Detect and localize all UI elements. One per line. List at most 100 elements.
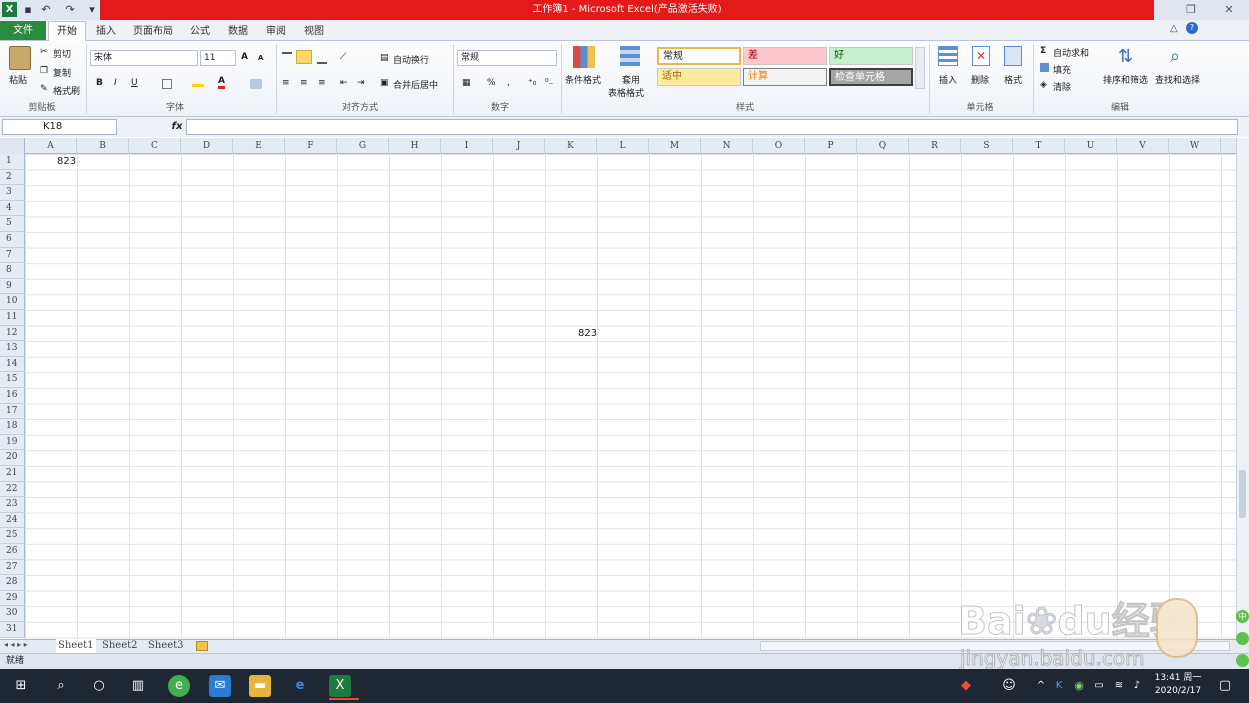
merge-center-button[interactable]: 合并后居中 <box>393 78 438 91</box>
number-format-combo[interactable]: 常规 <box>457 50 557 66</box>
copy-button[interactable]: 复制 <box>53 66 71 79</box>
column-header[interactable]: G <box>337 138 389 154</box>
help-icon[interactable]: ? <box>1186 22 1198 34</box>
bold-button[interactable]: B <box>96 78 103 88</box>
cell-k12[interactable]: 823 <box>578 328 597 339</box>
row-header[interactable]: 14 <box>0 356 25 373</box>
tray-battery-icon[interactable]: ▭ <box>1088 675 1110 697</box>
font-size-combo[interactable]: 11 <box>200 50 236 66</box>
row-header[interactable]: 16 <box>0 388 25 404</box>
row-header[interactable]: 21 <box>0 466 25 482</box>
insert-cells-button[interactable]: 插入 <box>939 73 957 86</box>
italic-button[interactable]: I <box>114 78 117 88</box>
align-middle-icon[interactable] <box>296 50 312 64</box>
file-explorer-icon[interactable]: ▬ <box>249 675 271 697</box>
edge-icon[interactable]: e <box>289 675 311 697</box>
excel-logo-icon[interactable]: X <box>2 2 17 17</box>
column-header[interactable]: T <box>1013 138 1065 154</box>
underline-button[interactable]: U <box>131 78 138 88</box>
tray-k-icon[interactable]: K <box>1048 675 1070 697</box>
decrease-indent-icon[interactable]: ⇤ <box>340 78 348 88</box>
column-header[interactable]: D <box>181 138 233 154</box>
increase-decimal-icon[interactable]: ⁺₀ <box>528 78 536 88</box>
style-normal[interactable]: 常规 <box>657 47 741 65</box>
row-header[interactable]: 17 <box>0 403 25 420</box>
format-as-table-icon[interactable] <box>620 46 640 66</box>
row-header[interactable]: 8 <box>0 263 25 279</box>
tab-view[interactable]: 视图 <box>298 22 330 41</box>
search-icon[interactable]: ⌕ <box>50 675 72 697</box>
row-header[interactable]: 20 <box>0 450 25 466</box>
cell-a1[interactable]: 823 <box>57 156 76 167</box>
paste-icon[interactable] <box>9 46 31 70</box>
merge-center-icon[interactable]: ▣ <box>380 78 389 88</box>
cut-icon[interactable]: ✂ <box>40 47 48 57</box>
cortana-icon[interactable]: ○ <box>88 675 110 697</box>
insert-sheet-icon[interactable] <box>196 641 208 651</box>
shrink-font-icon[interactable]: A <box>258 54 263 62</box>
tab-home[interactable]: 开始 <box>48 21 86 41</box>
row-header[interactable]: 28 <box>0 575 25 591</box>
row-header[interactable]: 19 <box>0 434 25 451</box>
insert-function-icon[interactable]: fx <box>168 119 186 135</box>
paste-button[interactable]: 粘贴 <box>9 73 27 86</box>
tray-volume-icon[interactable]: ♪ <box>1126 675 1148 697</box>
cut-button[interactable]: 剪切 <box>53 47 71 60</box>
format-cells-icon[interactable] <box>1004 46 1022 66</box>
orientation-icon[interactable]: ⟋ <box>340 52 346 62</box>
row-header[interactable]: 27 <box>0 559 25 576</box>
delete-cells-button[interactable]: 删除 <box>971 73 989 86</box>
row-header[interactable]: 18 <box>0 419 25 435</box>
column-header[interactable]: I <box>441 138 493 154</box>
row-header[interactable]: 11 <box>0 310 25 326</box>
column-header[interactable]: P <box>805 138 857 154</box>
side-badge-icon[interactable] <box>1236 632 1249 645</box>
save-icon[interactable]: ▪ <box>20 2 36 18</box>
format-painter-icon[interactable]: ✎ <box>40 84 48 94</box>
row-header[interactable]: 4 <box>0 200 25 217</box>
tab-page-layout[interactable]: 页面布局 <box>128 22 178 41</box>
row-header[interactable]: 26 <box>0 544 25 560</box>
sort-filter-icon[interactable]: ⇅ <box>1118 46 1133 67</box>
style-bad[interactable]: 差 <box>743 47 827 65</box>
fill-color-icon[interactable] <box>192 78 204 87</box>
row-header[interactable]: 31 <box>0 622 25 638</box>
row-header[interactable]: 25 <box>0 528 25 544</box>
side-badge-icon[interactable]: 中 <box>1236 610 1249 623</box>
notification-icon[interactable]: ▢ <box>1214 675 1236 697</box>
row-header[interactable]: 29 <box>0 590 25 607</box>
mail-icon[interactable]: ✉ <box>209 675 231 697</box>
sheet-tab-1[interactable]: Sheet1 <box>56 639 96 653</box>
taskbar-clock[interactable]: 13:41 周一 2020/2/17 <box>1150 672 1206 700</box>
font-color-icon[interactable]: A <box>218 76 225 89</box>
row-header[interactable]: 6 <box>0 232 25 248</box>
worksheet-grid[interactable] <box>25 154 1236 639</box>
row-header[interactable]: 1 <box>0 154 25 170</box>
row-header[interactable]: 24 <box>0 512 25 529</box>
conditional-format-button[interactable]: 条件格式 <box>565 73 601 86</box>
autosum-icon[interactable]: Σ <box>1040 46 1046 56</box>
customize-qat-icon[interactable]: ▾ <box>84 2 100 18</box>
tab-data[interactable]: 数据 <box>222 22 254 41</box>
task-view-icon[interactable]: ▥ <box>127 675 149 697</box>
column-header[interactable]: R <box>909 138 961 154</box>
row-header[interactable]: 3 <box>0 185 25 201</box>
conditional-format-icon[interactable] <box>573 46 595 68</box>
align-center-icon[interactable]: ≡ <box>300 78 308 88</box>
find-select-button[interactable]: 查找和选择 <box>1155 73 1200 86</box>
column-header[interactable]: J <box>493 138 545 154</box>
tray-app-icon[interactable]: ◆ <box>955 675 977 697</box>
redo-icon[interactable]: ↷ <box>62 2 78 18</box>
sheet-nav-icon[interactable]: ◂ ◂ ▸ ▸ <box>4 640 28 649</box>
vertical-scroll-thumb[interactable] <box>1239 470 1246 518</box>
phonetic-icon[interactable] <box>250 79 262 89</box>
percent-button[interactable]: % <box>487 78 496 88</box>
column-header[interactable]: Q <box>857 138 909 154</box>
column-header[interactable]: A <box>25 138 77 154</box>
align-bottom-icon[interactable] <box>317 58 327 64</box>
delete-cells-icon[interactable]: ✕ <box>972 46 990 66</box>
column-header[interactable]: K <box>545 138 597 154</box>
formula-input[interactable] <box>186 119 1238 135</box>
style-good[interactable]: 好 <box>829 47 913 65</box>
find-select-icon[interactable]: ⌕ <box>1170 46 1180 67</box>
